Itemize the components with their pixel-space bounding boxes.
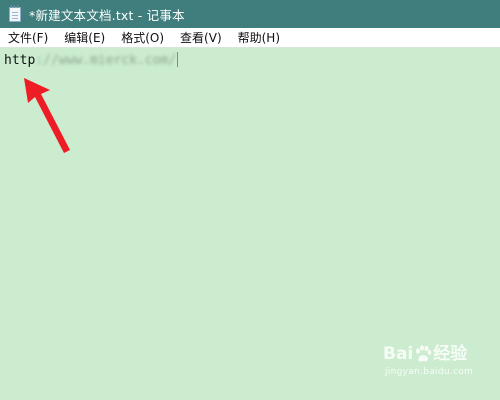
watermark-brand-right: 经验 [433,344,468,364]
menu-file[interactable]: 文件(F) [0,28,56,48]
menu-help[interactable]: 帮助(H) [230,28,288,48]
menu-view[interactable]: 查看(V) [172,28,230,48]
typed-text: http [4,53,36,68]
red-arrow-annotation-icon [24,78,70,153]
paw-icon [416,345,432,362]
notepad-icon [9,4,21,22]
notepad-window: *新建文本文档.txt - 记事本 文件(F) 编辑(E) 格式(O) 查看(V… [0,0,500,400]
window-title: *新建文本文档.txt - 记事本 [29,7,185,23]
editor-text-line: http://www.mierck.com/ [4,52,179,69]
title-bar[interactable]: *新建文本文档.txt - 记事本 [0,0,500,28]
menu-edit[interactable]: 编辑(E) [56,28,113,48]
menu-bar: 文件(F) 编辑(E) 格式(O) 查看(V) 帮助(H) [0,28,500,48]
watermark-logo: Bai 经验 [383,343,467,365]
text-caret [177,52,179,67]
watermark-brand-left: Bai [383,344,414,364]
menu-format[interactable]: 格式(O) [113,28,172,48]
blurred-text: ://www.mierck.com/ [35,53,177,68]
baidu-watermark: Bai 经验 jingyan.baidu.com [383,343,493,393]
watermark-url: jingyan.baidu.com [385,367,474,377]
